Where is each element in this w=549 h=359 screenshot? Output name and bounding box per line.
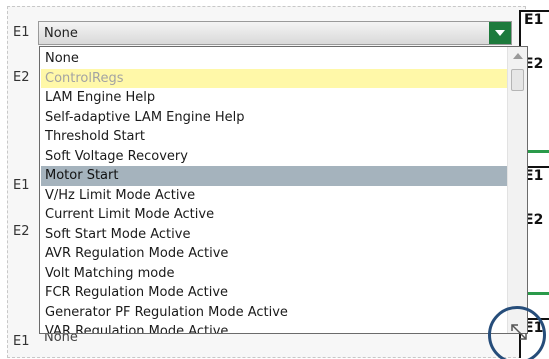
dropdown-item[interactable]: Generator PF Regulation Mode Active — [41, 303, 507, 323]
row-label-e1-mid: E1 — [13, 178, 30, 193]
dropdown-item: ControlRegs — [41, 68, 507, 88]
row-label-e1-bottom: E1 — [13, 334, 30, 349]
dropdown-item[interactable]: LAM Engine Help — [41, 88, 507, 108]
highlight-ring — [488, 306, 546, 359]
dropdown-item[interactable]: Soft Voltage Recovery — [41, 147, 507, 167]
scroll-up-arrow-icon[interactable] — [513, 53, 523, 59]
dropdown-item[interactable]: Self-adaptive LAM Engine Help — [41, 108, 507, 128]
dropdown-item[interactable]: Volt Matching mode — [41, 264, 507, 284]
dropdown-item[interactable]: VAR Regulation Mode Active — [41, 322, 507, 333]
dropdown-item[interactable]: Threshold Start — [41, 127, 507, 147]
combo-selected-value: None — [44, 26, 78, 41]
function-dropdown-list[interactable]: None ControlRegs LAM Engine Help Self-adapt… — [39, 46, 528, 334]
row-label-e2-mid: E2 — [13, 224, 30, 239]
dropdown-item[interactable]: Soft Start Mode Active — [41, 225, 507, 245]
dropdown-item[interactable]: AVR Regulation Mode Active — [41, 244, 507, 264]
function-select-combo[interactable]: None — [38, 21, 512, 45]
schematic-label: E1 — [524, 12, 544, 28]
dropdown-item[interactable]: None — [41, 49, 507, 69]
row-label-e1-top: E1 — [13, 25, 30, 40]
dropdown-item[interactable]: Motor Start — [41, 166, 507, 186]
dropdown-scrollbar[interactable] — [507, 47, 527, 333]
chevron-down-icon[interactable] — [489, 22, 511, 44]
dropdown-item[interactable]: FCR Regulation Mode Active — [41, 283, 507, 303]
dropdown-item[interactable]: V/Hz Limit Mode Active — [41, 186, 507, 206]
dropdown-item[interactable]: Current Limit Mode Active — [41, 205, 507, 225]
schematic-block-e1-top: E1 — [519, 10, 549, 50]
row-label-e2-top: E2 — [13, 70, 30, 85]
scrollbar-thumb[interactable] — [511, 69, 524, 91]
